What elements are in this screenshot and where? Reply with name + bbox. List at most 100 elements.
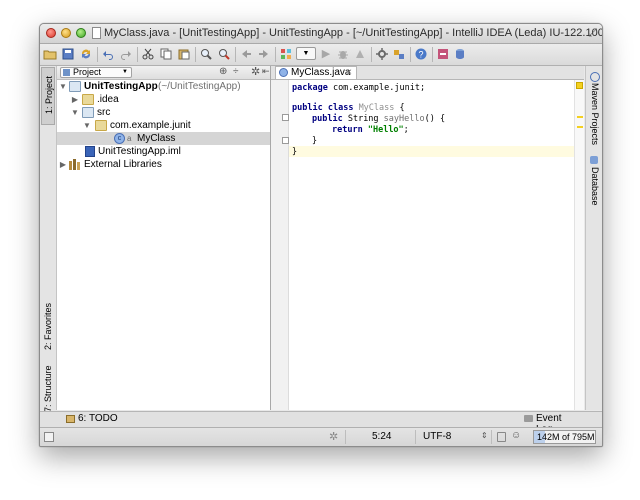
find-icon[interactable] xyxy=(198,46,214,62)
background-tasks-icon[interactable]: ✲ xyxy=(329,430,338,443)
chevron-down-icon: ▼ xyxy=(122,69,128,75)
make-project-icon[interactable] xyxy=(278,46,294,62)
debug-icon[interactable] xyxy=(335,46,351,62)
window-title: MyClass.java - [UnitTestingApp] - UnitTe… xyxy=(104,27,603,39)
file-encoding[interactable]: UTF-8 xyxy=(423,431,451,442)
memory-label: 142M of 795M xyxy=(537,432,595,442)
expand-arrow-icon[interactable]: ▼ xyxy=(59,80,67,93)
expand-arrow-icon[interactable]: ▼ xyxy=(71,106,79,119)
tree-node-unittestingapp[interactable]: ▼ UnitTestingApp (~/UnitTestingApp) xyxy=(57,80,270,93)
tab-todo-label: 6: TODO xyxy=(78,413,118,424)
iml-file-icon xyxy=(85,146,95,157)
code-method-name: sayHello xyxy=(383,114,425,124)
editor-tab-label: MyClass.java xyxy=(291,67,351,78)
tree-node-iml[interactable]: UnitTestingApp.iml xyxy=(57,145,270,158)
collapse-all-icon[interactable]: ÷ xyxy=(233,66,239,77)
back-icon[interactable] xyxy=(238,46,254,62)
warning-status-icon[interactable] xyxy=(576,82,583,89)
event-log-button[interactable]: Event Log xyxy=(522,412,580,435)
warning-marker[interactable] xyxy=(577,116,583,118)
lock-icon[interactable] xyxy=(497,432,506,442)
caret-position[interactable]: 5:24 xyxy=(372,431,391,442)
tab-project[interactable]: 1: Project xyxy=(41,67,55,125)
editor-area: MyClass.java × package com.example.junit… xyxy=(271,66,584,410)
vcs-icon[interactable] xyxy=(435,46,451,62)
cut-icon[interactable] xyxy=(140,46,156,62)
hide-panel-icon[interactable]: ⇤ xyxy=(262,66,270,77)
paste-icon[interactable] xyxy=(176,46,192,62)
project-structure-icon[interactable] xyxy=(391,46,407,62)
tab-database[interactable]: Database xyxy=(587,154,602,206)
expand-arrow-icon[interactable]: ▶ xyxy=(59,158,67,171)
code-editor[interactable]: package com.example.junit; public class … xyxy=(289,80,574,410)
inspector-icon[interactable]: ☺ xyxy=(511,430,521,441)
toolbar-separator xyxy=(432,47,433,62)
expand-arrow-icon[interactable]: ▶ xyxy=(71,93,79,106)
toolbar-separator xyxy=(371,47,372,62)
code-keyword: public xyxy=(292,103,323,113)
redo-icon[interactable] xyxy=(118,46,134,62)
zoom-window-button[interactable] xyxy=(76,28,86,38)
copy-icon[interactable] xyxy=(158,46,174,62)
synchronize-icon[interactable] xyxy=(78,46,94,62)
class-icon xyxy=(279,68,288,77)
tab-maven-projects[interactable]: Maven Projects xyxy=(587,70,602,146)
tree-node-label: MyClass xyxy=(137,133,176,144)
tree-node-package[interactable]: ▼ com.example.junit xyxy=(57,119,270,132)
fold-marker-icon[interactable] xyxy=(282,114,289,121)
tree-node-myclass[interactable]: c a MyClass xyxy=(57,132,270,145)
source-folder-icon xyxy=(82,107,94,118)
undo-icon[interactable] xyxy=(100,46,116,62)
gear-icon[interactable]: ✲ xyxy=(251,65,260,78)
run-icon[interactable]: ▶ xyxy=(318,46,334,62)
folder-icon xyxy=(82,94,94,105)
status-bar: ✲ 5:24 UTF-8 ⇕ ☺ 142M of 795M xyxy=(40,427,602,446)
warning-marker[interactable] xyxy=(577,126,583,128)
code-string: "Hello" xyxy=(367,125,404,135)
run-config-dropdown[interactable]: ▼ xyxy=(296,47,316,60)
database-icon[interactable] xyxy=(452,46,468,62)
lock-icon: a xyxy=(127,134,132,143)
expand-arrow-icon[interactable]: ▼ xyxy=(83,119,91,132)
save-all-icon[interactable] xyxy=(60,46,76,62)
status-separator xyxy=(345,430,346,444)
tab-project-label: 1: Project xyxy=(44,75,54,114)
code-keyword: public xyxy=(312,114,343,124)
main-toolbar: ▼ ▶ ? xyxy=(40,44,602,66)
help-icon[interactable]: ? xyxy=(413,46,429,62)
close-tab-icon[interactable]: × xyxy=(346,67,352,79)
tree-node-label: src xyxy=(97,107,111,118)
tree-node-idea[interactable]: ▶ .idea xyxy=(57,93,270,106)
fullscreen-icon[interactable]: ⤢ xyxy=(588,27,597,40)
close-window-button[interactable] xyxy=(46,28,56,38)
editor-tab-myclass[interactable]: MyClass.java × xyxy=(275,66,357,79)
toolbar-separator xyxy=(235,47,236,62)
project-view-selector[interactable]: Project ▼ xyxy=(60,67,132,78)
forward-icon[interactable] xyxy=(256,46,272,62)
tree-node-src[interactable]: ▼ src xyxy=(57,106,270,119)
tree-node-external-libraries[interactable]: ▶ External Libraries xyxy=(57,158,270,171)
library-icon xyxy=(69,159,81,170)
fold-marker-icon[interactable] xyxy=(282,137,289,144)
toolbar-separator xyxy=(410,47,411,62)
memory-indicator[interactable]: 142M of 795M xyxy=(533,430,596,444)
scroll-from-source-icon[interactable]: ⊕ xyxy=(219,66,227,77)
code-text: } xyxy=(292,147,298,157)
replace-icon[interactable] xyxy=(216,46,232,62)
open-icon[interactable] xyxy=(42,46,58,62)
error-stripe xyxy=(574,80,584,410)
tool-windows-toggle-icon[interactable] xyxy=(44,432,54,442)
code-text: String xyxy=(342,114,384,124)
toolbar-separator xyxy=(275,47,276,62)
chevron-updown-icon: ⇕ xyxy=(481,431,488,440)
code-line-5: return "Hello"; xyxy=(332,124,409,136)
code-class-name: MyClass xyxy=(358,103,395,113)
minimize-window-button[interactable] xyxy=(61,28,71,38)
database-icon xyxy=(590,156,598,164)
tab-todo[interactable]: 6: TODO xyxy=(64,412,124,427)
left-tool-stripe: 1: Project 2: Favorites 7: Structure xyxy=(40,66,57,412)
settings-icon[interactable] xyxy=(374,46,390,62)
coverage-icon[interactable] xyxy=(352,46,368,62)
tab-maven-projects-label: Maven Projects xyxy=(590,83,600,146)
tab-favorites[interactable]: 2: Favorites xyxy=(41,294,55,360)
